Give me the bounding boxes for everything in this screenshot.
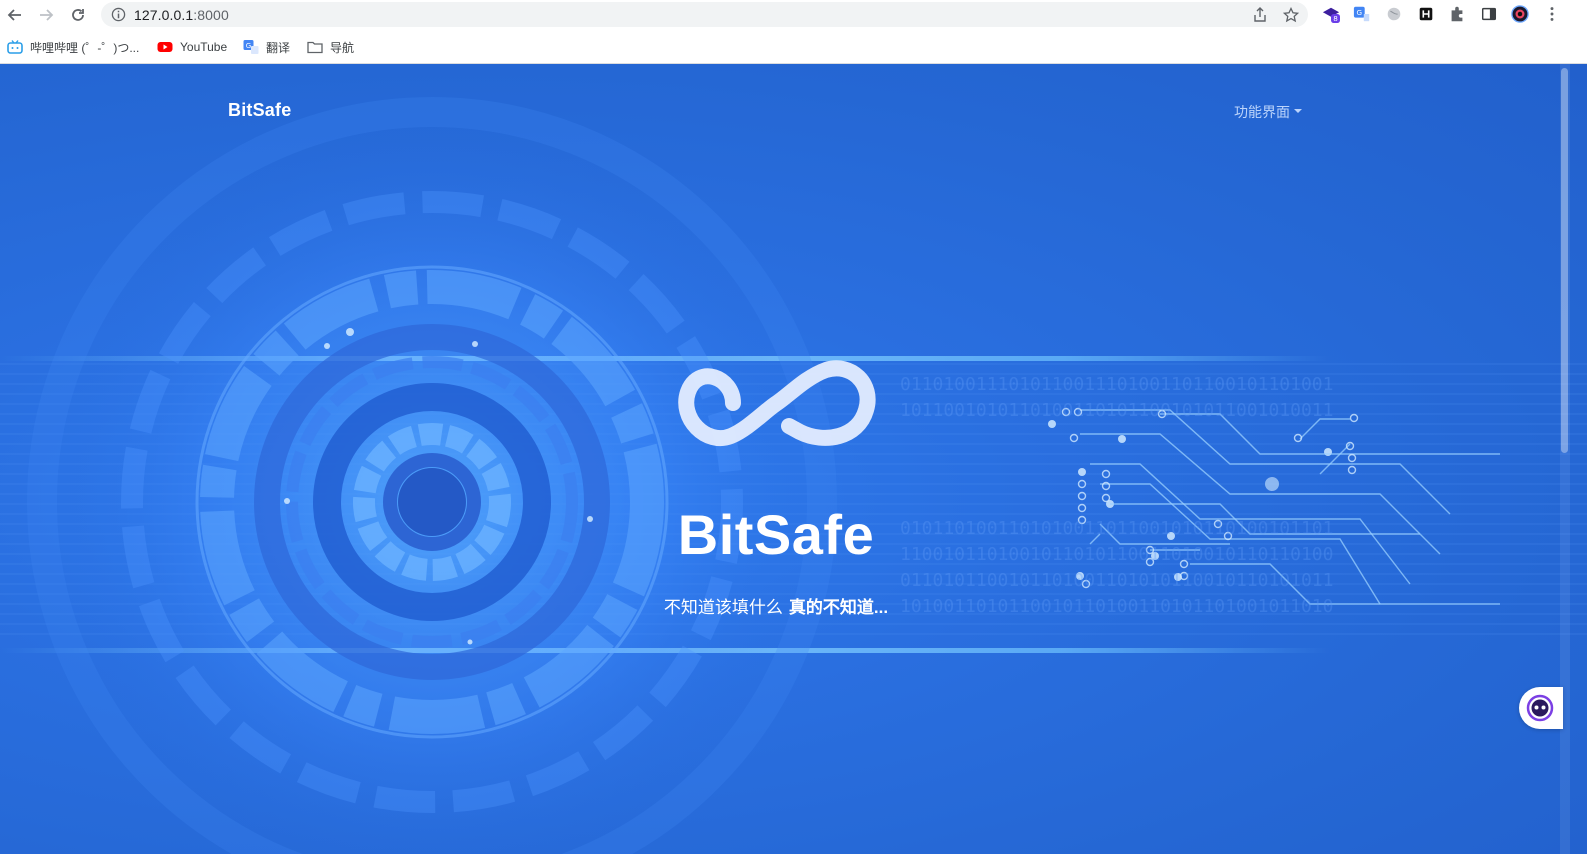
arrow-left-icon (7, 9, 21, 21)
hero-title: BitSafe (677, 503, 875, 566)
function-menu-dropdown[interactable]: 功能界面 (1234, 102, 1302, 122)
back-button[interactable] (4, 4, 26, 26)
hero-subtitle-strong: 真的不知道... (788, 598, 889, 617)
forward-button[interactable] (35, 4, 57, 26)
assistant-face-icon (1526, 694, 1554, 722)
youtube-icon (157, 42, 173, 52)
address-bar[interactable]: 127.0.0.1:8000 (101, 2, 1308, 27)
infinity-logo-icon (678, 360, 876, 446)
bookmark-label: 哔哩哔哩 (゜-゜)つ... (30, 40, 140, 55)
extension-badge: 8 (1333, 14, 1338, 23)
reload-button[interactable] (67, 4, 89, 26)
url-host: 127.0.0.1 (134, 7, 194, 23)
hero-subtitle-text: 不知道该填什么 (663, 598, 783, 617)
svg-text:101100101011010011010110010101: 1011001010110100110101100101011001010011 (900, 400, 1333, 421)
url-text: 127.0.0.1:8000 (134, 7, 229, 23)
browser-toolbar: 127.0.0.1:8000 8 G (0, 0, 1587, 29)
bookmark-bilibili[interactable]: 哔哩哔哩 (゜-゜)つ... (7, 38, 139, 56)
bookmark-translate[interactable]: G 翻译 (243, 38, 290, 56)
profile-avatar-icon[interactable] (1510, 4, 1530, 24)
extension-translate-icon[interactable]: G (1352, 4, 1372, 24)
star-icon[interactable] (1283, 7, 1299, 23)
caret-down-icon (1294, 109, 1302, 113)
bookmark-label: YouTube (180, 40, 228, 54)
svg-text:011010011101011001110100110110: 0110100111010110011101001101100101101001 (900, 374, 1333, 395)
site-info-icon[interactable] (111, 7, 126, 22)
share-icon[interactable] (1252, 7, 1268, 23)
bookmark-folder-nav[interactable]: 导航 (307, 38, 354, 56)
page-viewport: 0110100111010110011101001101100101101001… (0, 64, 1587, 854)
extensions-puzzle-icon[interactable] (1447, 4, 1467, 24)
floating-assistant-button[interactable] (1519, 687, 1563, 729)
extension-graduation-icon[interactable]: 8 (1321, 4, 1341, 24)
folder-icon (307, 41, 323, 54)
navbar-brand[interactable]: BitSafe (228, 100, 291, 121)
scrollbar-thumb[interactable] (1561, 68, 1568, 453)
bookmark-youtube[interactable]: YouTube (157, 38, 227, 56)
svg-text:G: G (1357, 8, 1363, 17)
browser-menu-icon[interactable] (1542, 4, 1562, 24)
bookmark-label: 翻译 (266, 40, 291, 55)
hero-subtitle: 不知道该填什么 真的不知道... (0, 593, 1552, 618)
extension-globe-icon[interactable] (1384, 4, 1404, 24)
tech-background-graphic: 0110100111010110011101001101100101101001… (0, 97, 1587, 854)
bookmarks-bar: 哔哩哔哩 (゜-゜)つ... YouTube G 翻译 导航 (0, 29, 1587, 64)
function-menu-label: 功能界面 (1234, 104, 1290, 120)
arrow-right-icon (40, 9, 54, 21)
bilibili-icon (7, 40, 23, 54)
translate-icon: G (243, 40, 259, 54)
bookmark-label: 导航 (330, 40, 355, 55)
side-panel-icon[interactable] (1479, 4, 1499, 24)
svg-text:011010110010110100110101011001: 0110101100101101001101010110010110101011 (900, 570, 1333, 591)
reload-icon (72, 9, 84, 21)
url-port: :8000 (193, 7, 229, 23)
extension-h-icon[interactable] (1416, 4, 1436, 24)
svg-text:G: G (246, 42, 251, 50)
